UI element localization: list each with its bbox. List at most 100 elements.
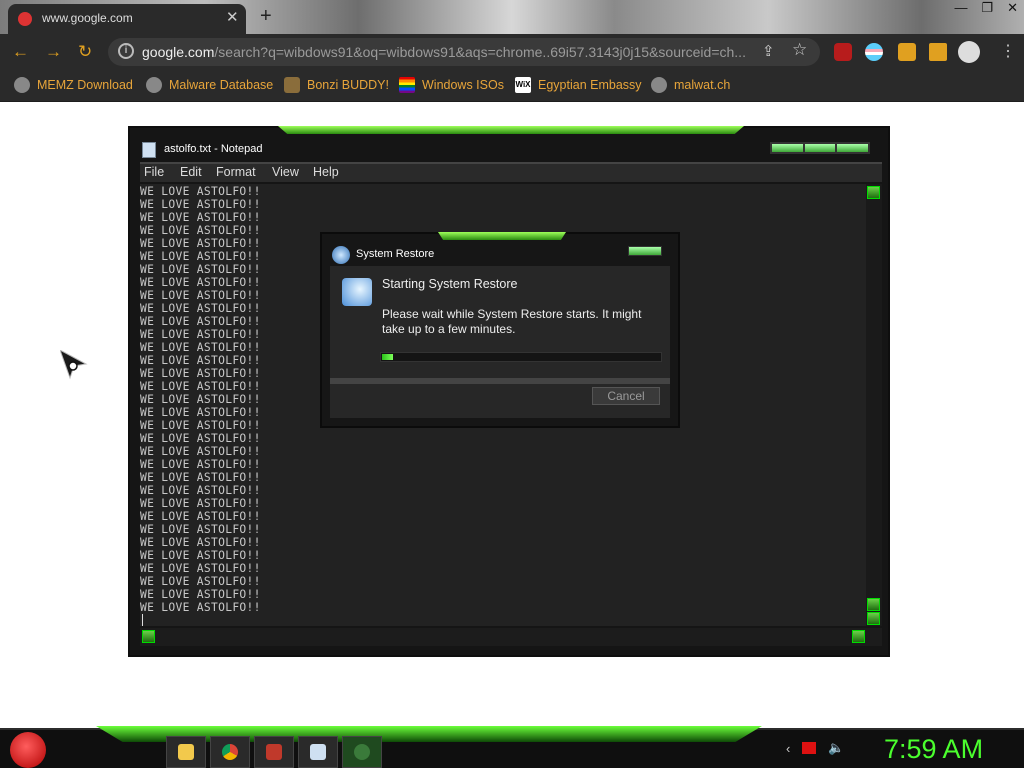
close-window-button[interactable]: ✕ xyxy=(1007,0,1018,16)
notepad-line: WE LOVE ASTOLFO!! xyxy=(140,536,261,549)
bookmarks-bar: MEMZ Download Malware Database Bonzi BUD… xyxy=(0,70,1024,102)
system-restore-icon xyxy=(332,246,350,264)
taskbar: ‹ 🔈 7:59 AM xyxy=(0,726,1024,768)
ublock-origin-icon[interactable] xyxy=(834,43,852,61)
tab-title: www.google.com xyxy=(42,11,133,25)
taskbar-media-app[interactable] xyxy=(254,736,294,768)
scroll-up-button[interactable] xyxy=(867,186,880,199)
notepad-line: WE LOVE ASTOLFO!! xyxy=(140,250,261,263)
profile-avatar-icon[interactable] xyxy=(958,41,980,63)
scroll-left-button[interactable] xyxy=(142,630,155,643)
address-bar[interactable]: i google.com/search?q=wibdows91&oq=wibdo… xyxy=(108,38,820,66)
dialog-heading: Starting System Restore xyxy=(382,277,518,291)
reload-icon[interactable]: ↻ xyxy=(78,42,92,62)
bookmark-label: malwat.ch xyxy=(674,78,731,92)
scroll-thumb[interactable] xyxy=(867,598,880,611)
bookmark-malware-database[interactable]: Malware Database xyxy=(146,77,273,93)
bookmark-star-icon[interactable]: ☆ xyxy=(792,40,807,60)
notepad-line: WE LOVE ASTOLFO!! xyxy=(140,185,261,198)
url-path: /search?q=wibdows91&oq=wibdows91&aqs=chr… xyxy=(214,44,746,60)
globe-icon xyxy=(651,77,667,93)
tray-chevron-icon[interactable]: ‹ xyxy=(786,741,790,756)
notepad-line: WE LOVE ASTOLFO!! xyxy=(140,432,261,445)
notepad-line: WE LOVE ASTOLFO!! xyxy=(140,198,261,211)
bookmark-malwatch[interactable]: malwat.ch xyxy=(651,77,730,93)
progress-fill xyxy=(382,354,393,360)
taskbar-notepad[interactable] xyxy=(298,736,338,768)
scroll-down-button[interactable] xyxy=(867,612,880,625)
system-restore-dialog[interactable]: System Restore Starting System Restore P… xyxy=(320,232,680,428)
bookmark-label: Malware Database xyxy=(169,78,274,92)
notepad-line: WE LOVE ASTOLFO!! xyxy=(140,445,261,458)
maximize-button[interactable] xyxy=(804,144,836,152)
menu-file[interactable]: File xyxy=(144,165,164,179)
menu-view[interactable]: View xyxy=(272,165,299,179)
notepad-line: WE LOVE ASTOLFO!! xyxy=(140,367,261,380)
taskbar-chrome[interactable] xyxy=(210,736,250,768)
notepad-line: WE LOVE ASTOLFO!! xyxy=(140,484,261,497)
media-icon xyxy=(266,744,282,760)
cancel-button[interactable]: Cancel xyxy=(592,387,660,405)
notepad-window-controls xyxy=(770,142,870,154)
notepad-line: WE LOVE ASTOLFO!! xyxy=(140,562,261,575)
kebab-menu-icon[interactable]: ⋮ xyxy=(1000,41,1016,61)
dialog-message: Please wait while System Restore starts.… xyxy=(382,307,642,336)
bookmark-memz-download[interactable]: MEMZ Download xyxy=(14,77,133,93)
notepad-icon xyxy=(310,744,326,760)
system-tray: ‹ 🔈 xyxy=(786,740,845,756)
progress-bar xyxy=(380,352,662,362)
notepad-line: WE LOVE ASTOLFO!! xyxy=(140,549,261,562)
new-tab-button[interactable]: + xyxy=(260,5,272,28)
close-button[interactable] xyxy=(837,144,869,152)
notepad-line: WE LOVE ASTOLFO!! xyxy=(140,458,261,471)
taskbar-clock[interactable]: 7:59 AM xyxy=(884,734,983,765)
taskbar-system-restore[interactable] xyxy=(342,736,382,768)
taskbar-explorer[interactable] xyxy=(166,736,206,768)
bookmark-label: Windows ISOs xyxy=(422,78,504,92)
menu-help[interactable]: Help xyxy=(313,165,339,179)
notepad-line: WE LOVE ASTOLFO!! xyxy=(140,406,261,419)
globe-icon xyxy=(146,77,162,93)
start-button-angry-bird-icon[interactable] xyxy=(10,732,46,768)
restore-button[interactable]: ❐ xyxy=(981,0,993,16)
notepad-icon xyxy=(142,142,156,158)
browser-tab[interactable]: www.google.com ✕ xyxy=(8,4,246,34)
notepad-line: WE LOVE ASTOLFO!! xyxy=(140,510,261,523)
bookmark-windows-isos[interactable]: Windows ISOs xyxy=(399,77,504,93)
minimize-button[interactable] xyxy=(772,144,803,152)
forward-arrow-icon[interactable]: → xyxy=(45,42,62,62)
notepad-line: WE LOVE ASTOLFO!! xyxy=(140,419,261,432)
side-panel-icon[interactable] xyxy=(929,43,947,61)
share-icon[interactable]: ⇪ xyxy=(762,42,775,60)
dialog-title: System Restore xyxy=(356,248,435,260)
back-arrow-icon[interactable]: ← xyxy=(12,42,29,62)
notepad-line: WE LOVE ASTOLFO!! xyxy=(140,380,261,393)
horizontal-scrollbar[interactable] xyxy=(140,628,882,646)
menu-edit[interactable]: Edit xyxy=(180,165,202,179)
url-text[interactable]: google.com/search?q=wibdows91&oq=wibdows… xyxy=(142,44,758,60)
dialog-close-button[interactable] xyxy=(628,246,662,256)
vertical-scrollbar[interactable] xyxy=(866,184,882,626)
globe-icon xyxy=(14,77,30,93)
bookmark-egyptian-embassy[interactable]: WiX Egyptian Embassy xyxy=(515,77,642,93)
notepad-line: WE LOVE ASTOLFO!! xyxy=(140,289,261,302)
volume-icon[interactable]: 🔈 xyxy=(828,740,844,756)
menu-format[interactable]: Format xyxy=(216,165,256,179)
notepad-line: WE LOVE ASTOLFO!! xyxy=(140,341,261,354)
notepad-line: WE LOVE ASTOLFO!! xyxy=(140,263,261,276)
notepad-line: WE LOVE ASTOLFO!! xyxy=(140,315,261,328)
site-info-icon[interactable]: i xyxy=(118,43,134,59)
tab-close-icon[interactable]: ✕ xyxy=(226,8,239,26)
dialog-body: Starting System Restore Please wait whil… xyxy=(330,266,670,418)
flag-extension-icon[interactable] xyxy=(865,43,883,61)
scroll-right-button[interactable] xyxy=(852,630,865,643)
puzzle-extensions-icon[interactable] xyxy=(898,43,916,61)
notepad-line: WE LOVE ASTOLFO!! xyxy=(140,497,261,510)
notepad-titlebar[interactable]: astolfo.txt - Notepad xyxy=(130,134,888,162)
bookmark-bonzi-buddy[interactable]: Bonzi BUDDY! xyxy=(284,77,389,93)
tray-app-icon[interactable] xyxy=(802,742,817,754)
notepad-line: WE LOVE ASTOLFO!! xyxy=(140,276,261,289)
minimize-button[interactable]: — xyxy=(954,0,967,16)
browser-toolbar: ← → ↻ i google.com/search?q=wibdows91&oq… xyxy=(0,34,1024,70)
notepad-line: WE LOVE ASTOLFO!! xyxy=(140,523,261,536)
